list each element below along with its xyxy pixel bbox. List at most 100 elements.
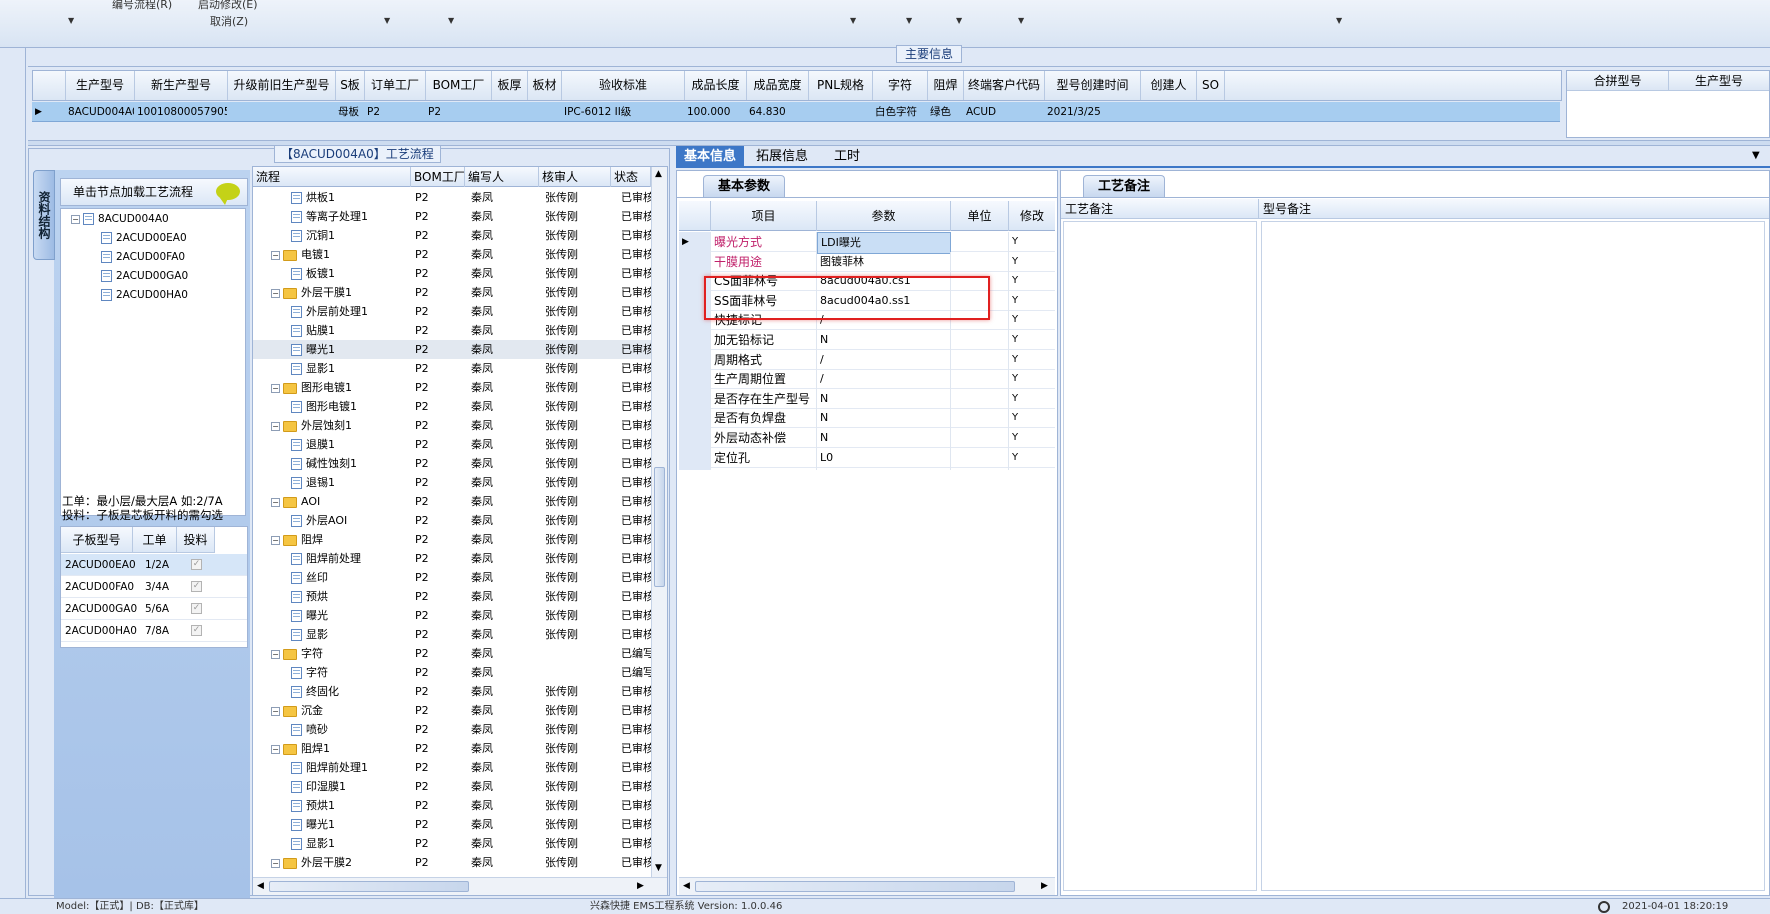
dropdown-arrow-icon[interactable]: ▼ <box>850 16 856 25</box>
cell[interactable] <box>1196 102 1224 121</box>
checkbox[interactable]: ✓ <box>191 559 202 570</box>
tree-node[interactable]: 2ACUD00EA0 <box>101 232 187 244</box>
flow-row[interactable]: 等离子处理1 P2 秦凤 张传刚 已审核 <box>253 207 651 226</box>
flow-row[interactable]: 退膜1 P2 秦凤 张传刚 已审核 <box>253 435 651 454</box>
col-header[interactable]: SO <box>1197 71 1225 100</box>
horizontal-scrollbar[interactable]: ◀ ▶ <box>679 877 1055 895</box>
flow-row[interactable]: 沉铜1 P2 秦凤 张传刚 已审核 <box>253 226 651 245</box>
table-row[interactable]: 2ACUD00GA0 5/6A ✓ <box>61 598 247 620</box>
horizontal-scrollbar[interactable]: ◀ ▶ <box>253 877 667 895</box>
cell[interactable]: 8ACUD004A0 <box>65 102 134 121</box>
tab-extended-info[interactable]: 拓展信息 <box>748 146 816 168</box>
flow-row[interactable]: 碱性蚀刻1 P2 秦凤 张传刚 已审核 <box>253 454 651 473</box>
collapse-icon[interactable]: − <box>271 383 280 393</box>
tree-node-root[interactable]: − 8ACUD004A0 <box>71 213 169 225</box>
cell[interactable] <box>1140 102 1196 121</box>
col-header[interactable]: 型号创建时间 <box>1045 71 1141 100</box>
menu-edit-flow[interactable]: 编号流程(R) <box>112 0 172 12</box>
flow-row[interactable]: 字符 P2 秦凤 已编写 <box>253 663 651 682</box>
dropdown-arrow-icon[interactable]: ▼ <box>384 16 390 25</box>
vertical-scrollbar[interactable]: ▲ ▼ <box>651 167 667 877</box>
param-value[interactable]: L0 <box>817 447 951 470</box>
col-header[interactable]: 编写人 <box>465 167 539 187</box>
col-header[interactable]: 工艺备注 <box>1061 199 1259 219</box>
col-header[interactable]: BOM工厂 <box>411 167 465 187</box>
dropdown-arrow-icon[interactable]: ▼ <box>68 16 74 25</box>
flow-row[interactable]: 喷砂 P2 秦凤 张传刚 已审核 <box>253 720 651 739</box>
collapse-icon[interactable]: − <box>271 649 280 659</box>
param-row[interactable]: 外层动态补偿 N Y <box>679 428 1055 450</box>
collapse-icon[interactable]: − <box>271 706 280 716</box>
scroll-down-icon[interactable]: ▼ <box>655 863 662 873</box>
col-header[interactable]: 子板型号 <box>61 527 133 553</box>
checkbox[interactable]: ✓ <box>191 625 202 636</box>
subtab-process-remarks[interactable]: 工艺备注 <box>1083 175 1166 197</box>
col-header[interactable]: 核审人 <box>539 167 611 187</box>
flow-row[interactable]: 显影 P2 秦凤 张传刚 已审核 <box>253 625 651 644</box>
subtab-basic-params[interactable]: 基本参数 <box>703 175 786 197</box>
flow-row[interactable]: 预烘1 P2 秦凤 张传刚 已审核 <box>253 796 651 815</box>
col-header[interactable]: 订单工厂 <box>365 71 426 100</box>
cell[interactable] <box>227 102 335 121</box>
chat-bubble-icon[interactable] <box>216 183 240 205</box>
flow-row[interactable]: 图形电镀1 P2 秦凤 张传刚 已审核 <box>253 397 651 416</box>
cell[interactable] <box>527 102 561 121</box>
scrollbar-thumb[interactable] <box>654 467 665 587</box>
tab-basic-info[interactable]: 基本信息 <box>676 146 745 168</box>
vertical-tab-structure[interactable]: 资料结构 <box>33 170 55 260</box>
scroll-up-icon[interactable]: ▲ <box>655 169 662 179</box>
param-row[interactable]: 是否存在生产型号 N Y <box>679 388 1055 411</box>
col-header[interactable]: 生产型号 <box>1669 71 1769 91</box>
menu-cancel[interactable]: 取消(Z) <box>210 13 248 29</box>
col-header[interactable]: 升级前旧生产型号 <box>228 71 336 100</box>
process-remarks-input[interactable] <box>1063 221 1257 891</box>
flow-row[interactable]: 退锡1 P2 秦凤 张传刚 已审核 <box>253 473 651 492</box>
param-row[interactable]: 周期格式 / Y <box>679 349 1055 372</box>
collapse-icon[interactable]: − <box>271 250 280 260</box>
col-header[interactable]: 验收标准 <box>562 71 685 100</box>
flow-row[interactable]: − 外层蚀刻1 P2 秦凤 张传刚 已审核 <box>253 416 651 435</box>
scroll-left-icon[interactable]: ◀ <box>257 881 264 891</box>
cell[interactable]: 白色字符 <box>872 102 927 121</box>
cell[interactable]: 100.000 <box>684 102 746 121</box>
cell[interactable]: IPC-6012 II级 <box>561 102 684 121</box>
col-header[interactable]: 创建人 <box>1141 71 1197 100</box>
checkbox[interactable]: ✓ <box>191 603 202 614</box>
col-header[interactable]: BOM工厂 <box>426 71 492 100</box>
flow-row[interactable]: − 外层干膜2 P2 秦凤 张传刚 已审核 <box>253 853 651 872</box>
flow-row[interactable]: 曝光1 P2 秦凤 张传刚 已审核 <box>253 815 651 834</box>
flow-row[interactable]: − 阻焊1 P2 秦凤 张传刚 已审核 <box>253 739 651 758</box>
cell[interactable] <box>808 102 872 121</box>
col-header[interactable]: 流程 <box>253 167 411 187</box>
scroll-left-icon[interactable]: ◀ <box>683 881 690 891</box>
param-row[interactable]: 生产周期位置 / Y <box>679 369 1055 392</box>
collapse-icon[interactable]: − <box>271 497 280 507</box>
scrollbar-thumb[interactable] <box>269 881 469 892</box>
tree-node[interactable]: 2ACUD00FA0 <box>101 251 185 263</box>
col-header[interactable]: 生产型号 <box>66 71 135 100</box>
cell[interactable]: P2 <box>425 102 491 121</box>
flow-row[interactable]: 板镀1 P2 秦凤 张传刚 已审核 <box>253 264 651 283</box>
flow-row[interactable]: 曝光 P2 秦凤 张传刚 已审核 <box>253 606 651 625</box>
flow-row[interactable]: − AOI P2 秦凤 张传刚 已审核 <box>253 492 651 511</box>
col-header[interactable]: 项目 <box>711 201 817 231</box>
flow-row[interactable]: 曝光1 P2 秦凤 张传刚 已审核 <box>253 340 651 359</box>
col-header[interactable]: 型号备注 <box>1259 199 1769 219</box>
cell[interactable]: 绿色 <box>927 102 963 121</box>
dropdown-arrow-icon[interactable]: ▼ <box>1018 16 1024 25</box>
flow-row[interactable]: − 沉金 P2 秦凤 张传刚 已审核 <box>253 701 651 720</box>
flow-row[interactable]: 终固化 P2 秦凤 张传刚 已审核 <box>253 682 651 701</box>
tree-node[interactable]: 2ACUD00HA0 <box>101 289 188 301</box>
col-header[interactable]: 字符 <box>873 71 928 100</box>
flow-row[interactable]: − 阻焊 P2 秦凤 张传刚 已审核 <box>253 530 651 549</box>
tab-work-hours[interactable]: 工时 <box>826 146 868 168</box>
col-header[interactable]: 新生产型号 <box>135 71 228 100</box>
flow-row[interactable]: 阻焊前处理 P2 秦凤 张传刚 已审核 <box>253 549 651 568</box>
param-row[interactable]: 干膜用途 图镀菲林 Y <box>679 251 1055 274</box>
table-row[interactable]: 2ACUD00EA0 1/2A ✓ <box>61 554 247 576</box>
flow-row[interactable]: 显影1 P2 秦凤 张传刚 已审核 <box>253 359 651 378</box>
flow-row[interactable]: 丝印 P2 秦凤 张传刚 已审核 <box>253 568 651 587</box>
col-header[interactable]: S板 <box>336 71 365 100</box>
dropdown-arrow-icon[interactable]: ▼ <box>956 16 962 25</box>
col-header[interactable]: 投料 <box>177 527 215 553</box>
